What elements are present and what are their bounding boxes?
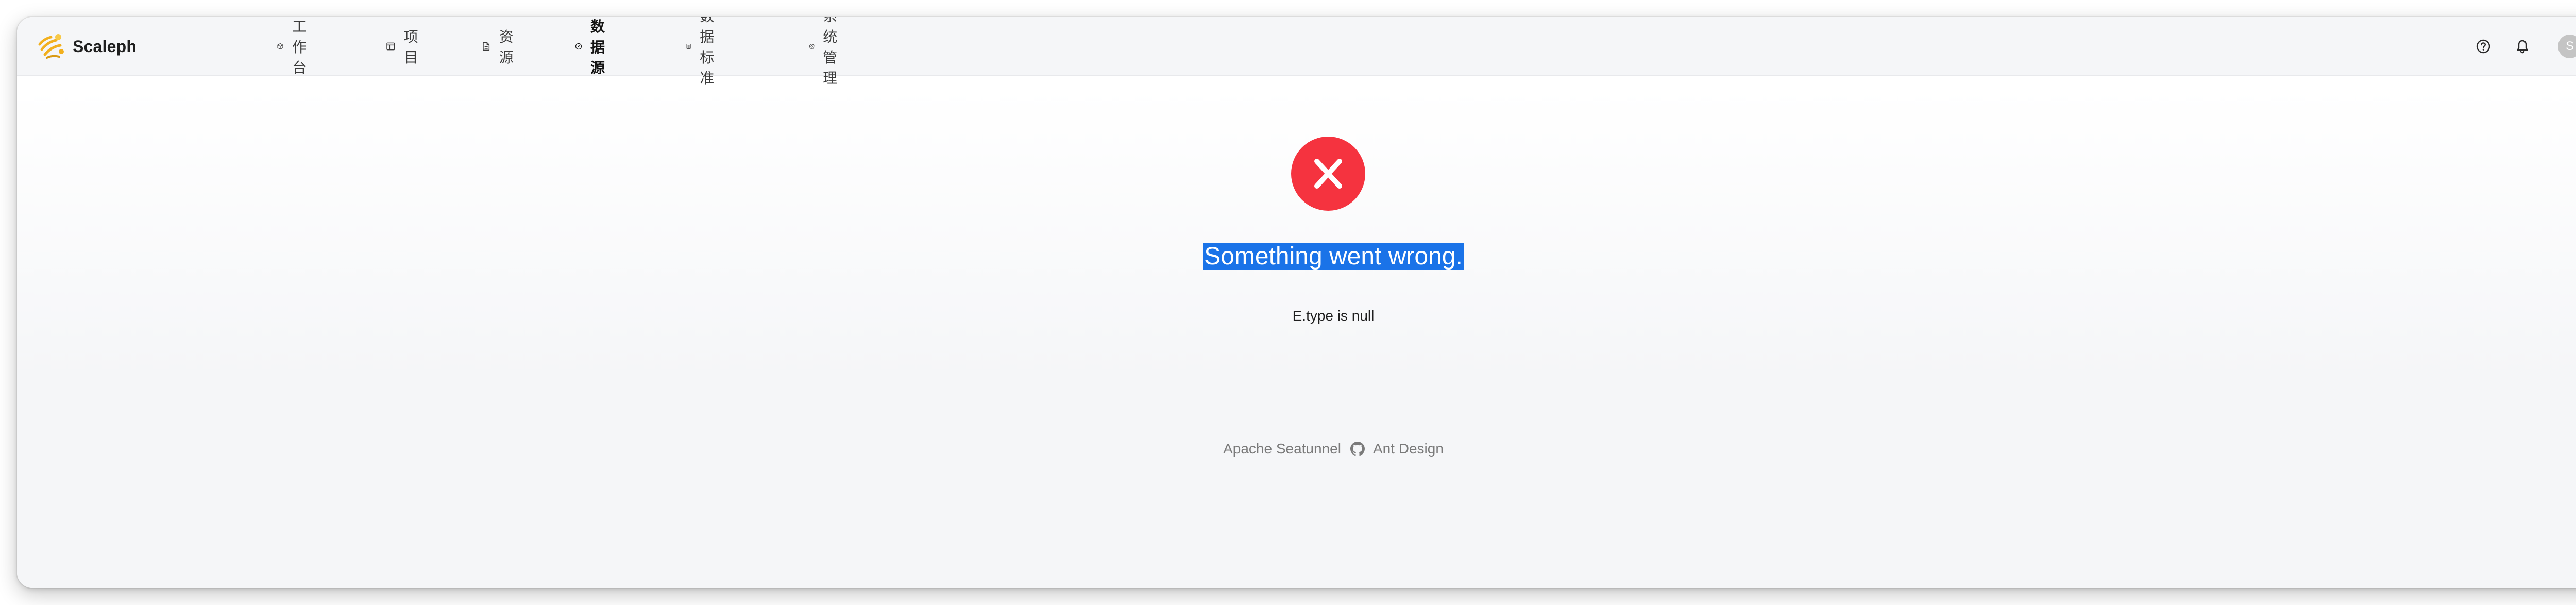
nav-item-label: 工作台 (292, 19, 307, 76)
nav-item-workbench[interactable]: 工作台 (277, 17, 314, 76)
nav-item-label: 数据源 (590, 19, 605, 76)
scaleph-logo-icon (38, 34, 64, 59)
brand[interactable]: Scaleph (36, 31, 137, 62)
close-circle-icon (1291, 137, 1365, 211)
brand-name: Scaleph (73, 37, 137, 56)
nav-item-datasource[interactable]: 数据源 (575, 17, 612, 76)
app-window: Scaleph 工作台 项目 资源 数据源 据标准 统管理 S Somethin… (17, 17, 2576, 588)
file-icon (483, 42, 490, 51)
nav-item-label: 资源 (499, 29, 514, 65)
cube-icon (277, 43, 283, 50)
error-title-text: Something went wrong. (1203, 243, 1464, 270)
nav-item-system-admin[interactable]: 系统管理 (809, 17, 846, 86)
footer-link-seatunnel[interactable]: Apache Seatunnel (1223, 441, 1341, 457)
bell-icon (2517, 40, 2528, 54)
project-icon (386, 42, 395, 51)
question-circle-icon (2476, 39, 2490, 54)
error-result: Something went wrong. E.type is null Apa… (17, 76, 2576, 588)
footer-link-ant-design[interactable]: Ant Design (1373, 441, 1444, 457)
nav-item-label: 项目 (403, 29, 418, 65)
nav-item-resource[interactable]: 资源 (481, 17, 518, 76)
error-detail: E.type is null (1292, 308, 1375, 324)
github-icon[interactable] (1349, 441, 1366, 457)
error-title: Something went wrong. (17, 241, 2576, 273)
nav-item-project[interactable]: 项目 (386, 17, 423, 76)
compass-icon (575, 43, 582, 50)
gear-icon (809, 43, 815, 49)
book-icon (686, 44, 691, 49)
notification-button[interactable] (2512, 36, 2533, 57)
top-navigation-bar: Scaleph 工作台 项目 资源 数据源 据标准 统管理 S (17, 17, 2576, 86)
help-button[interactable] (2473, 36, 2494, 57)
nav-item-data-standard[interactable]: 数据标准 (686, 17, 723, 86)
page-footer: Apache Seatunnel Ant Design (17, 441, 2576, 457)
user-avatar[interactable]: S (2558, 35, 2576, 58)
